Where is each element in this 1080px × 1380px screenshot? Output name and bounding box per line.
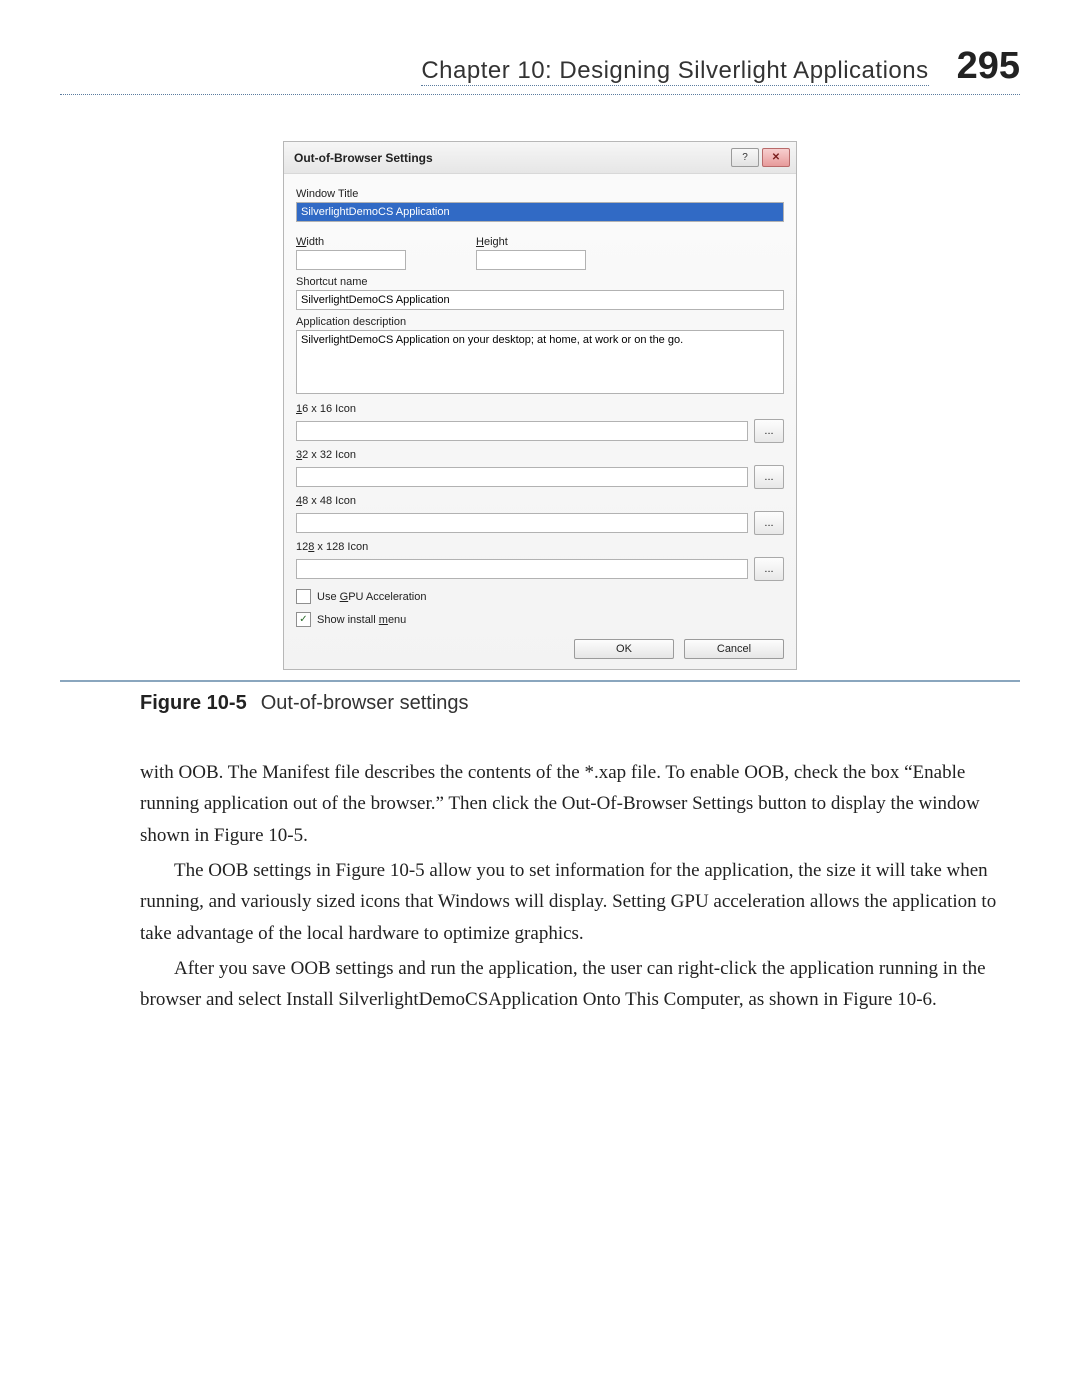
close-icon: ✕ [772, 152, 780, 163]
icon48-label: 48 x 48 Icon [296, 495, 784, 507]
check-icon: ✓ [299, 615, 307, 625]
shortcut-name-input[interactable] [296, 290, 784, 310]
page-number: 295 [957, 45, 1020, 88]
height-input[interactable] [476, 250, 586, 270]
figure-caption-text: Out-of-browser settings [261, 692, 469, 714]
icon128-label: 128 x 128 Icon [296, 541, 784, 553]
help-icon: ? [742, 152, 748, 163]
cancel-button[interactable]: Cancel [684, 639, 784, 659]
icon48-input[interactable] [296, 513, 748, 533]
figure-label: Figure 10-5 [140, 692, 247, 714]
icon16-browse-button[interactable]: ... [754, 419, 784, 443]
ellipsis-icon: ... [764, 517, 773, 529]
icon16-input[interactable] [296, 421, 748, 441]
ok-button[interactable]: OK [574, 639, 674, 659]
body-text: with OOB. The Manifest file describes th… [140, 757, 1000, 1016]
app-description-label: Application description [296, 316, 784, 328]
dialog-title: Out-of-Browser Settings [294, 151, 433, 165]
oob-settings-dialog: Out-of-Browser Settings ? ✕ Window Title… [283, 141, 797, 670]
icon32-browse-button[interactable]: ... [754, 465, 784, 489]
ellipsis-icon: ... [764, 425, 773, 437]
show-install-label: Show install menu [317, 614, 406, 626]
running-header: Chapter 10: Designing Silverlight Applic… [60, 45, 1020, 95]
window-title-label: Window Title [296, 188, 784, 200]
paragraph-2: The OOB settings in Figure 10-5 allow yo… [140, 855, 1000, 949]
shortcut-name-label: Shortcut name [296, 276, 784, 288]
window-title-input[interactable]: SilverlightDemoCS Application [296, 202, 784, 222]
height-label: Height [476, 236, 616, 248]
gpu-label: Use GPU Acceleration [317, 591, 426, 603]
paragraph-1: with OOB. The Manifest file describes th… [140, 757, 1000, 851]
figure-rule [60, 680, 1020, 682]
ellipsis-icon: ... [764, 563, 773, 575]
close-button[interactable]: ✕ [762, 148, 790, 167]
icon128-browse-button[interactable]: ... [754, 557, 784, 581]
icon32-input[interactable] [296, 467, 748, 487]
icon16-label: 16 x 16 Icon [296, 403, 784, 415]
figure-caption: Figure 10-5 Out-of-browser settings [140, 692, 1020, 715]
icon128-input[interactable] [296, 559, 748, 579]
show-install-checkbox[interactable]: ✓ [296, 612, 311, 627]
help-button[interactable]: ? [731, 148, 759, 167]
paragraph-3: After you save OOB settings and run the … [140, 953, 1000, 1016]
app-description-input[interactable]: SilverlightDemoCS Application on your de… [296, 330, 784, 394]
icon32-label: 32 x 32 Icon [296, 449, 784, 461]
chapter-title: Chapter 10: Designing Silverlight Applic… [421, 57, 928, 86]
ellipsis-icon: ... [764, 471, 773, 483]
dialog-titlebar: Out-of-Browser Settings ? ✕ [284, 142, 796, 174]
width-input[interactable] [296, 250, 406, 270]
gpu-checkbox[interactable] [296, 589, 311, 604]
icon48-browse-button[interactable]: ... [754, 511, 784, 535]
width-label: Width [296, 236, 436, 248]
